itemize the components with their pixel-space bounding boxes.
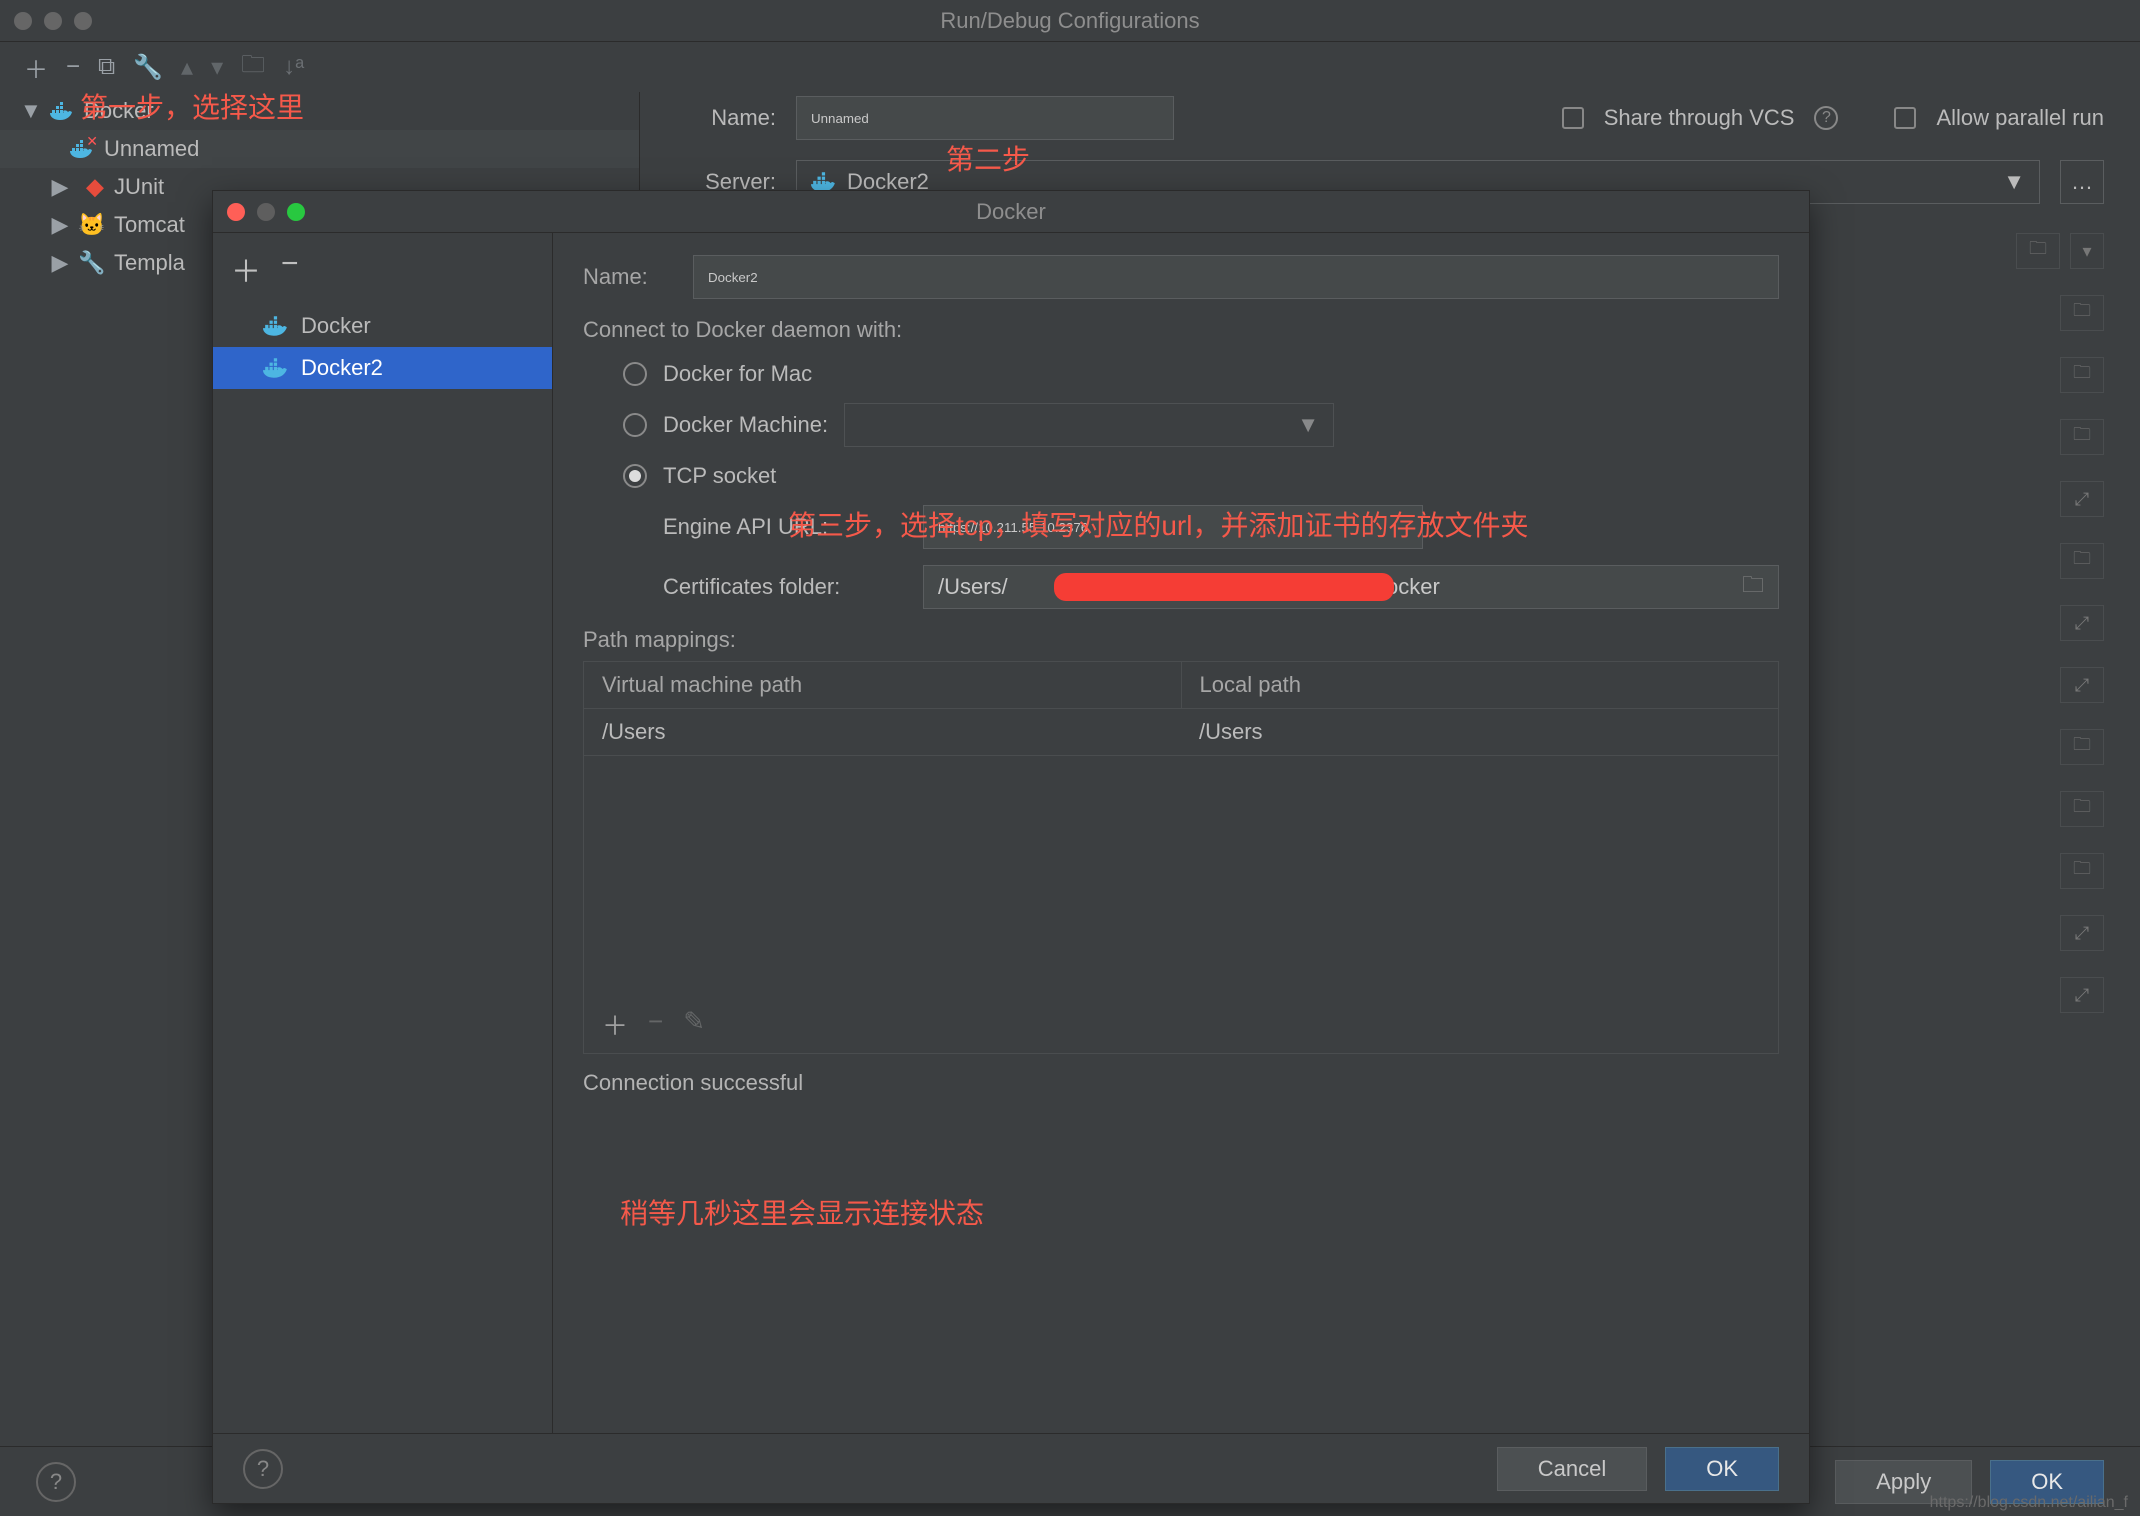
remove-icon[interactable]: − xyxy=(66,53,80,81)
docker-list-item[interactable]: Docker xyxy=(213,305,552,347)
expand-icon[interactable]: ⤢ xyxy=(2060,915,2104,951)
td-vm: /Users xyxy=(584,709,1181,756)
th-local: Local path xyxy=(1182,662,1779,709)
docker-list-item-selected[interactable]: Docker2 xyxy=(213,347,552,389)
radio-docker-mac[interactable]: Docker for Mac xyxy=(583,361,1779,387)
table-row[interactable]: /Users /Users xyxy=(584,709,1778,756)
up-icon: ▴ xyxy=(181,53,193,82)
tree-templates-label: Templa xyxy=(114,250,185,276)
expand-icon[interactable]: ▶ xyxy=(50,212,70,238)
expand-icon[interactable]: ▼ xyxy=(20,98,40,124)
docker-list-label: Docker2 xyxy=(301,355,383,381)
tomcat-icon: 🐱 xyxy=(80,213,104,237)
tree-unnamed[interactable]: ✕ Unnamed xyxy=(0,130,639,168)
tree-docker[interactable]: ▼ Docker xyxy=(0,92,639,130)
watermark: https://blog.csdn.net/ailian_f xyxy=(1930,1494,2128,1512)
tree-docker-label: Docker xyxy=(84,98,154,124)
radio-label: TCP socket xyxy=(663,463,776,489)
copy-icon[interactable]: ⧉ xyxy=(98,53,115,81)
add-icon[interactable]: ＋ xyxy=(602,1006,628,1043)
cert-folder-input[interactable]: /Users/ /docker 🗀 xyxy=(923,565,1779,609)
remove-icon[interactable]: − xyxy=(281,247,299,291)
share-label: Share through VCS xyxy=(1604,105,1795,131)
folder-icon[interactable]: 🗀 xyxy=(241,47,265,88)
expand-icon[interactable]: ▶ xyxy=(50,174,70,200)
path-mappings-label: Path mappings: xyxy=(583,627,1779,653)
radio-icon xyxy=(623,413,647,437)
docker-settings-modal: Docker ＋ − Docker Docker2 Name: Connect … xyxy=(212,190,1810,1504)
cert-folder-label: Certificates folder: xyxy=(663,574,903,600)
name-label: Name: xyxy=(676,105,776,131)
name-input[interactable] xyxy=(796,96,1174,140)
down-icon: ▾ xyxy=(211,53,223,82)
docker-icon xyxy=(263,316,289,336)
browse-icon[interactable]: 🗀 xyxy=(2060,729,2104,765)
browse-icon[interactable]: 🗀 xyxy=(2060,853,2104,889)
modal-help-button[interactable]: ? xyxy=(243,1449,283,1489)
machine-dropdown: ▼ xyxy=(844,403,1334,447)
browse-icon[interactable]: 🗀 xyxy=(2016,233,2060,269)
connect-label: Connect to Docker daemon with: xyxy=(583,317,1779,343)
wrench-icon[interactable]: 🔧 xyxy=(133,53,163,82)
cancel-button[interactable]: Cancel xyxy=(1497,1447,1647,1491)
modal-ok-button[interactable]: OK xyxy=(1665,1447,1779,1491)
expand-icon[interactable]: ⤢ xyxy=(2060,977,2104,1013)
outer-titlebar: Run/Debug Configurations xyxy=(0,0,2140,42)
remove-icon: − xyxy=(648,1006,663,1043)
docker-list-label: Docker xyxy=(301,313,371,339)
sort-icon[interactable]: ↓ᵃ xyxy=(283,53,304,81)
browse-icon[interactable]: 🗀 xyxy=(2060,543,2104,579)
docker-icon xyxy=(50,99,74,123)
help-button[interactable]: ? xyxy=(36,1462,76,1502)
config-toolbar: ＋ − ⧉ 🔧 ▴ ▾ 🗀 ↓ᵃ xyxy=(0,42,2140,92)
engine-url-label: Engine API URL: xyxy=(663,514,903,540)
docker-list: ＋ − Docker Docker2 xyxy=(213,233,553,1433)
docker-icon xyxy=(263,358,289,378)
info-icon[interactable]: ? xyxy=(1814,106,1838,130)
expand-icon[interactable]: ⤢ xyxy=(2060,667,2104,703)
radio-docker-machine[interactable]: Docker Machine: ▼ xyxy=(583,403,1779,447)
path-mappings-table[interactable]: Virtual machine path Local path /Users /… xyxy=(583,661,1779,1054)
radio-icon xyxy=(623,362,647,386)
tree-unnamed-label: Unnamed xyxy=(104,136,199,162)
junit-icon: ◆ xyxy=(80,175,104,199)
edit-icon: ✎ xyxy=(683,1006,705,1043)
expand-icon[interactable]: ⤢ xyxy=(2060,605,2104,641)
radio-label: Docker Machine: xyxy=(663,412,828,438)
engine-url-input[interactable] xyxy=(923,505,1423,549)
parallel-label: Allow parallel run xyxy=(1936,105,2104,131)
radio-icon xyxy=(623,464,647,488)
modal-name-input[interactable] xyxy=(693,255,1779,299)
modal-name-label: Name: xyxy=(583,264,673,290)
chevron-down-icon[interactable]: ▾ xyxy=(2070,233,2104,269)
modal-title: Docker xyxy=(213,199,1809,225)
cert-prefix: /Users/ xyxy=(938,574,1008,600)
tree-tomcat-label: Tomcat xyxy=(114,212,185,238)
chevron-down-icon: ▼ xyxy=(2003,169,2025,195)
browse-icon[interactable]: 🗀 xyxy=(2060,419,2104,455)
template-icon: 🔧 xyxy=(80,251,104,275)
connection-status: Connection successful xyxy=(583,1070,1779,1096)
radio-label: Docker for Mac xyxy=(663,361,812,387)
window-title: Run/Debug Configurations xyxy=(0,8,2140,34)
browse-icon[interactable]: 🗀 xyxy=(1742,568,1764,606)
add-icon[interactable]: ＋ xyxy=(231,247,261,291)
tree-junit-label: JUnit xyxy=(114,174,164,200)
add-icon[interactable]: ＋ xyxy=(24,50,48,85)
share-checkbox[interactable] xyxy=(1562,107,1584,129)
browse-icon[interactable]: 🗀 xyxy=(2060,295,2104,331)
parallel-checkbox[interactable] xyxy=(1894,107,1916,129)
td-local: /Users xyxy=(1181,709,1778,756)
browse-icon[interactable]: 🗀 xyxy=(2060,791,2104,827)
redacted-region xyxy=(1054,573,1394,601)
chevron-down-icon: ▼ xyxy=(1297,412,1319,438)
browse-icon[interactable]: 🗀 xyxy=(2060,357,2104,393)
expand-icon[interactable]: ▶ xyxy=(50,250,70,276)
docker-icon: ✕ xyxy=(70,137,94,161)
expand-icon[interactable]: ⤢ xyxy=(2060,481,2104,517)
radio-tcp[interactable]: TCP socket xyxy=(583,463,1779,489)
docker-icon xyxy=(811,172,837,192)
server-browse-button[interactable]: … xyxy=(2060,160,2104,204)
th-vm: Virtual machine path xyxy=(584,662,1182,709)
